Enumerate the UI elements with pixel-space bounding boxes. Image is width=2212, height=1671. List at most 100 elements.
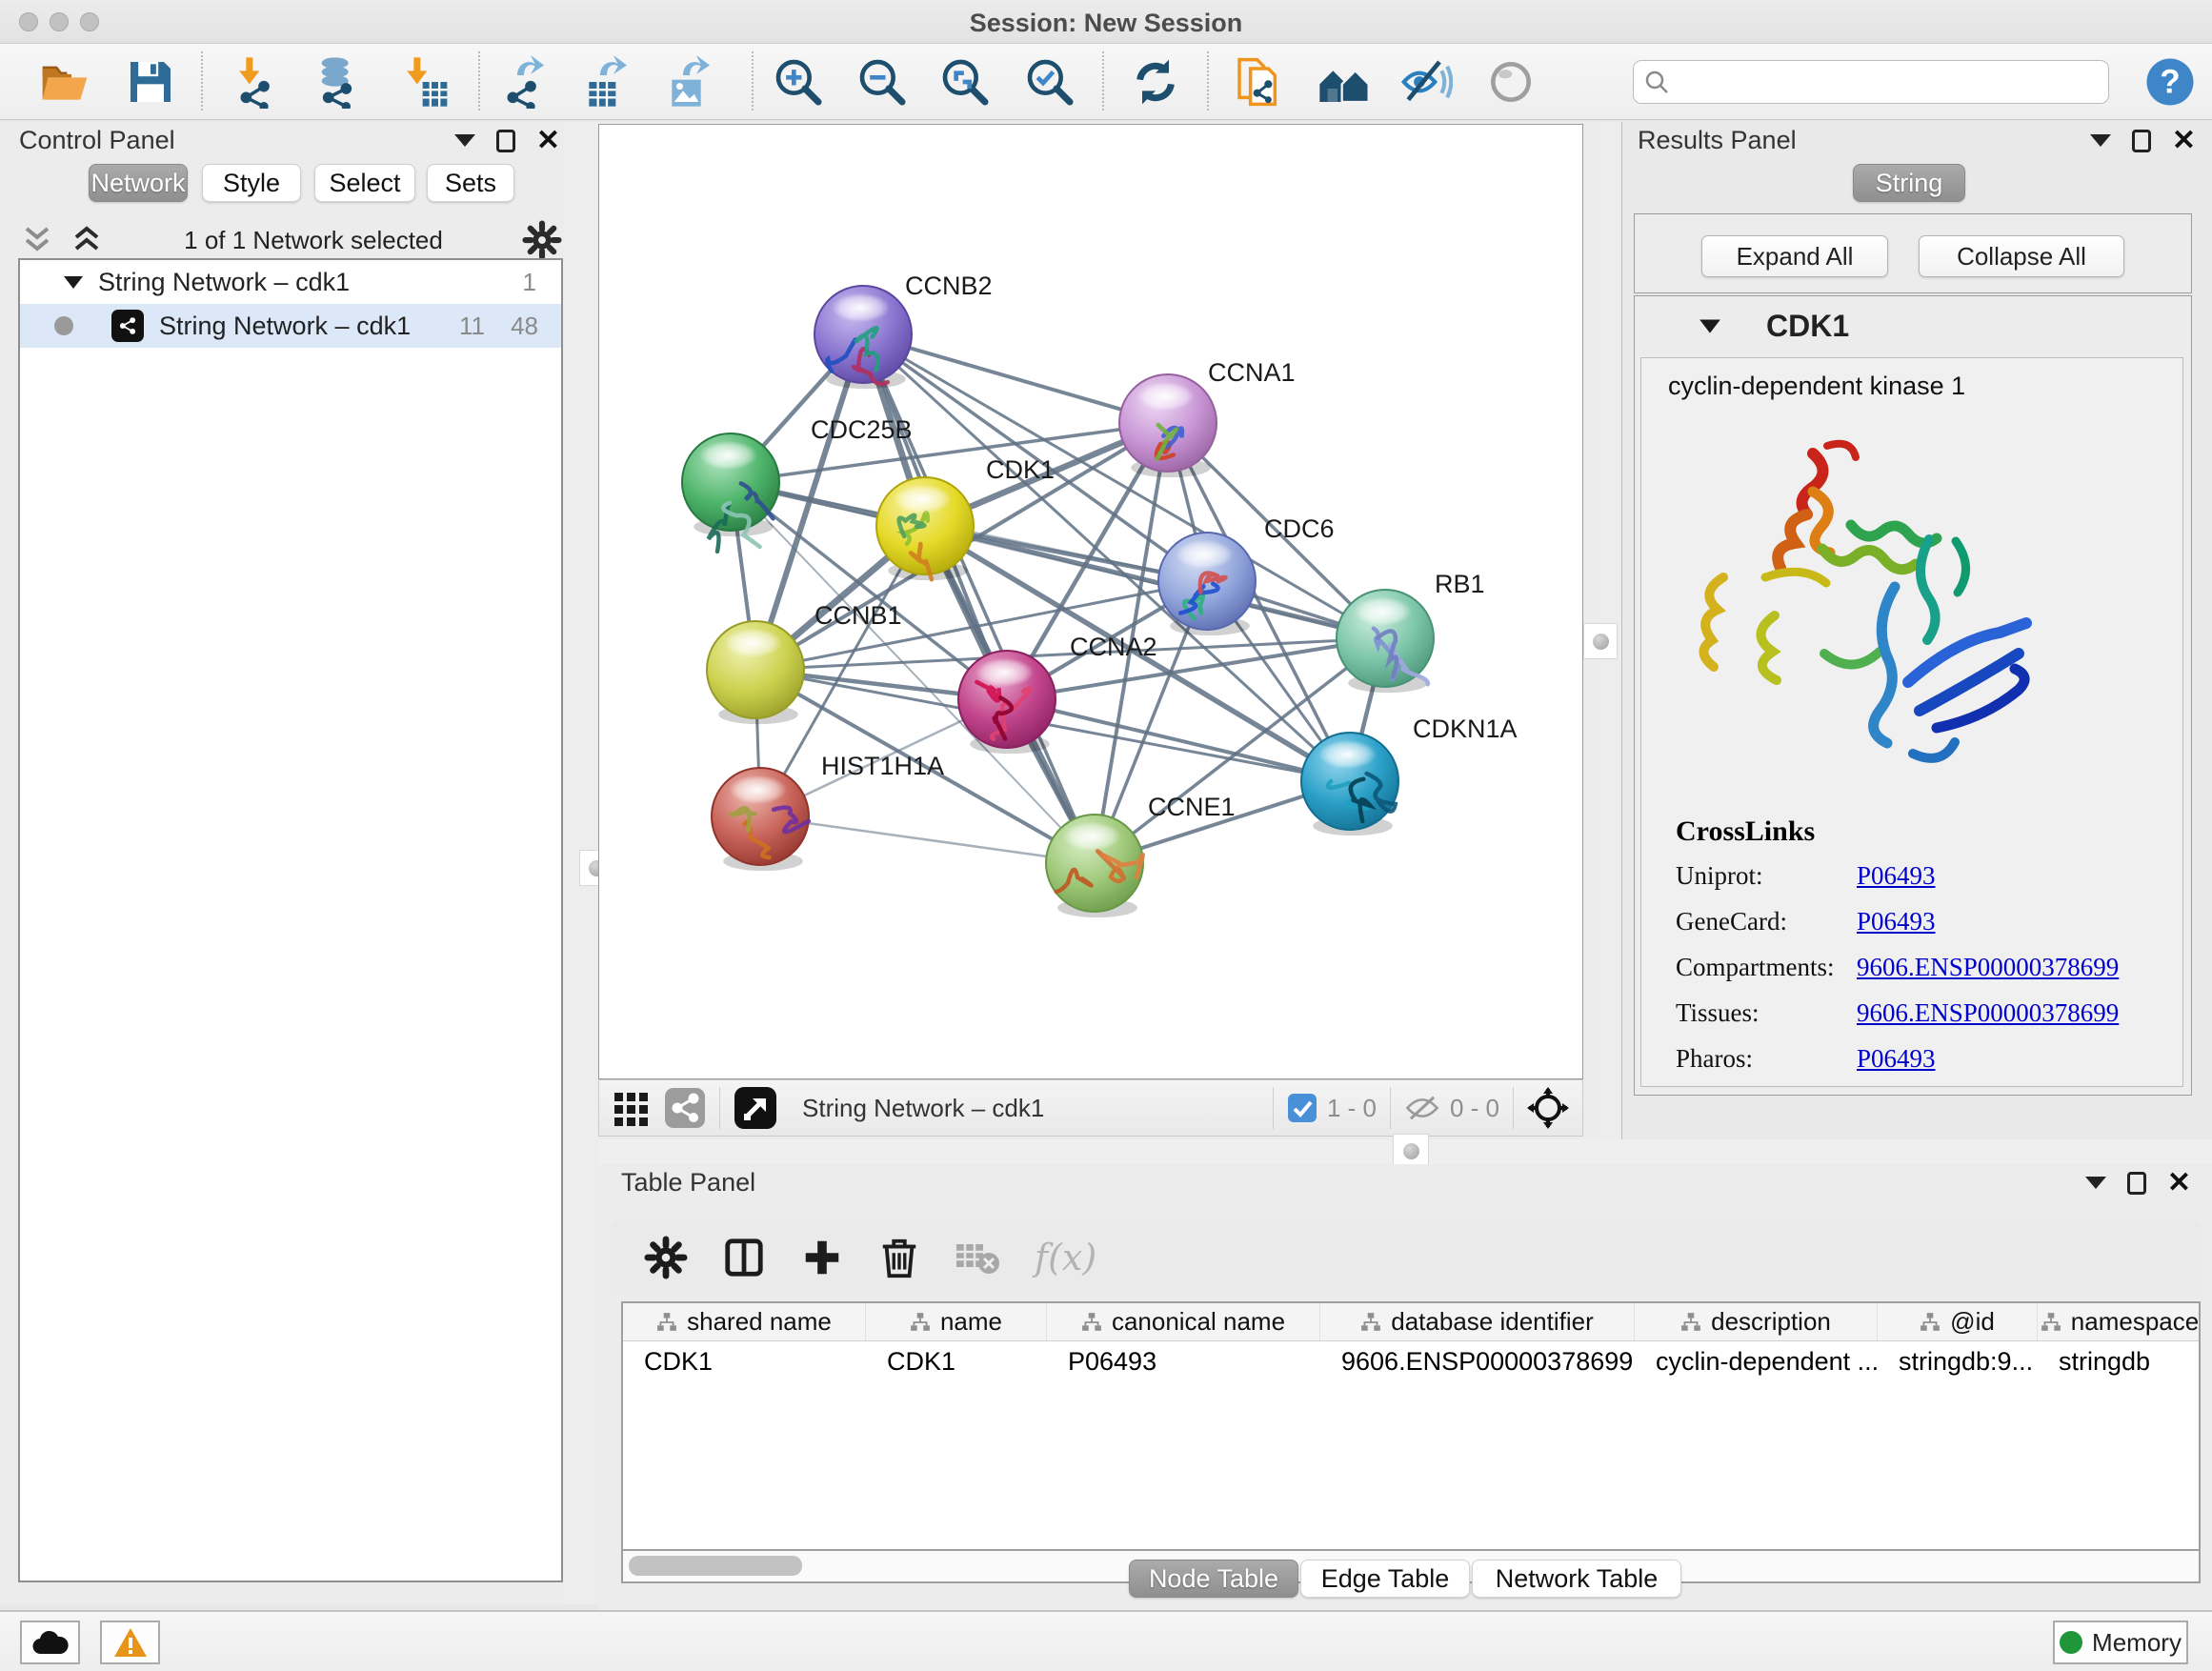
table-row[interactable]: CDK1CDK1P064939606.ENSP00000378699cyclin… [623, 1341, 2199, 1381]
zoom-selected-icon[interactable] [1023, 55, 1076, 109]
scrollbar-thumb[interactable] [629, 1556, 802, 1576]
left-splitter[interactable] [564, 122, 598, 1604]
export-image-icon[interactable] [663, 55, 716, 109]
network-options-gear-icon[interactable] [522, 220, 562, 260]
tab-style[interactable]: Style [202, 164, 301, 202]
zoom-fit-icon[interactable] [938, 55, 992, 109]
panel-close-icon[interactable]: ✕ [536, 130, 560, 152]
crosslink-tissues-link[interactable]: 9606.ENSP00000378699 [1857, 998, 2119, 1028]
refresh-icon[interactable] [1129, 55, 1182, 109]
column-header-name[interactable]: name [866, 1303, 1047, 1340]
network-node-CCNB1[interactable] [707, 621, 804, 724]
hidden-eye-icon[interactable] [1404, 1094, 1440, 1122]
network-edge[interactable] [760, 816, 1095, 863]
network-canvas[interactable]: CCNB2CCNA1CDC25BCDK1CDC6RB1CCNB1CCNA2CDK… [598, 124, 1583, 1079]
collapse-all-button[interactable]: Collapse All [1919, 235, 2124, 277]
crosslink-compartments-link[interactable]: 9606.ENSP00000378699 [1857, 953, 2119, 982]
network-node-CCNA2[interactable] [958, 651, 1056, 754]
right-splitter-handle[interactable] [1583, 623, 1618, 659]
column-header-shared-name[interactable]: shared name [623, 1303, 866, 1340]
hide-panels-eye-icon[interactable] [1399, 55, 1453, 109]
panel-float-icon[interactable] [2132, 130, 2151, 152]
collapse-all-icon[interactable] [19, 223, 55, 257]
network-collection-row[interactable]: String Network – cdk1 1 [20, 260, 561, 304]
tab-edge-table[interactable]: Edge Table [1300, 1560, 1470, 1598]
tab-select[interactable]: Select [314, 164, 415, 202]
zoom-in-icon[interactable] [772, 55, 825, 109]
warnings-button[interactable] [100, 1621, 160, 1664]
string-view-badge-icon[interactable] [664, 1087, 706, 1129]
clone-network-icon[interactable] [1233, 55, 1286, 109]
toolbar-separator [478, 51, 480, 111]
selected-nodes-checkbox-icon[interactable] [1287, 1093, 1317, 1123]
network-node-CCNE1[interactable] [1046, 815, 1143, 917]
tab-node-table[interactable]: Node Table [1129, 1560, 1298, 1598]
grid-view-icon[interactable] [613, 1089, 651, 1127]
show-panels-eye-icon[interactable] [1484, 55, 1538, 109]
table-cell[interactable]: 9606.ENSP00000378699 [1320, 1341, 1635, 1381]
birdseye-view-icon[interactable] [734, 1086, 777, 1130]
network-node-CDC25B[interactable] [682, 433, 779, 552]
export-network-icon[interactable] [497, 55, 551, 109]
panel-menu-caret-icon[interactable] [2090, 134, 2111, 147]
memory-button[interactable]: Memory [2053, 1621, 2188, 1664]
expand-all-icon[interactable] [69, 223, 105, 257]
network-edge[interactable] [863, 334, 1095, 863]
toolbar-separator [1102, 51, 1104, 111]
tab-network-table[interactable]: Network Table [1472, 1560, 1681, 1598]
zoom-out-icon[interactable] [855, 55, 909, 109]
network-node-RB1[interactable] [1337, 590, 1434, 693]
open-session-icon[interactable] [38, 55, 91, 109]
column-header--id[interactable]: @id [1878, 1303, 2038, 1340]
panel-float-icon[interactable] [496, 130, 515, 152]
import-database-icon[interactable] [311, 55, 364, 109]
network-node-HIST1H1A[interactable] [712, 768, 809, 871]
network-node-CDK1[interactable] [876, 477, 974, 580]
column-header-namespace[interactable]: namespace [2038, 1303, 2201, 1340]
column-header-canonical-name[interactable]: canonical name [1047, 1303, 1320, 1340]
search-input[interactable] [1678, 69, 2087, 95]
import-network-icon[interactable] [231, 55, 284, 109]
cloud-status-button[interactable] [20, 1621, 80, 1664]
export-table-icon[interactable] [580, 55, 633, 109]
network-node-CDKN1A[interactable] [1301, 733, 1398, 836]
network-row-selected[interactable]: String Network – cdk1 11 48 [20, 304, 561, 348]
table-cell[interactable]: stringdb:9... [1878, 1341, 2038, 1381]
table-options-gear-icon[interactable] [644, 1236, 688, 1279]
network-node-CCNA1[interactable] [1119, 374, 1217, 477]
crosslink-uniprot-link[interactable]: P06493 [1857, 861, 1936, 891]
delete-trash-icon[interactable] [878, 1236, 920, 1279]
show-columns-icon[interactable] [722, 1236, 766, 1279]
expand-all-button[interactable]: Expand All [1701, 235, 1888, 277]
right-splitter[interactable] [1600, 122, 1621, 1139]
table-cell[interactable]: cyclin-dependent ... [1635, 1341, 1878, 1381]
window-title: Session: New Session [0, 9, 2212, 38]
table-cell[interactable]: stringdb [2038, 1341, 2201, 1381]
panel-menu-caret-icon[interactable] [2085, 1177, 2106, 1189]
tab-network[interactable]: Network [89, 164, 188, 202]
save-session-icon[interactable] [124, 55, 177, 109]
table-cell[interactable]: CDK1 [623, 1341, 866, 1381]
table-cell[interactable]: P06493 [1047, 1341, 1320, 1381]
section-collapse-caret-icon[interactable] [1698, 315, 1722, 336]
column-header-description[interactable]: description [1635, 1303, 1878, 1340]
crosslink-genecard-link[interactable]: P06493 [1857, 907, 1936, 936]
tree-expanded-caret-icon[interactable] [62, 272, 85, 292]
tab-sets[interactable]: Sets [427, 164, 514, 202]
add-column-icon[interactable] [800, 1236, 844, 1279]
tab-string[interactable]: String [1853, 164, 1965, 202]
network-graph[interactable]: CCNB2CCNA1CDC25BCDK1CDC6RB1CCNB1CCNA2CDK… [599, 125, 1582, 1078]
panel-menu-caret-icon[interactable] [454, 134, 475, 147]
panel-close-icon[interactable]: ✕ [2167, 1172, 2191, 1195]
panel-float-icon[interactable] [2127, 1172, 2146, 1195]
horizontal-splitter[interactable] [598, 1139, 2212, 1164]
help-icon[interactable]: ? [2143, 55, 2197, 109]
column-header-database-identifier[interactable]: database identifier [1320, 1303, 1635, 1340]
table-cell[interactable]: CDK1 [866, 1341, 1047, 1381]
horizontal-splitter-handle[interactable] [1393, 1134, 1429, 1168]
panel-close-icon[interactable]: ✕ [2172, 130, 2196, 152]
fit-selected-crosshair-icon[interactable] [1527, 1087, 1569, 1129]
home-icon[interactable] [1317, 55, 1371, 109]
import-table-icon[interactable] [398, 55, 452, 109]
crosslink-pharos-link[interactable]: P06493 [1857, 1044, 1936, 1074]
